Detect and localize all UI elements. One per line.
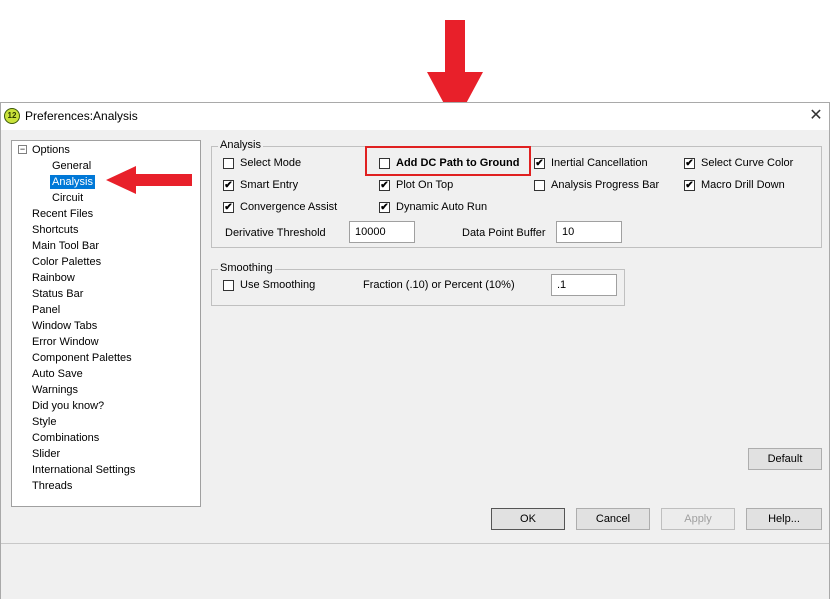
use-smoothing-checkbox[interactable] <box>223 280 234 291</box>
option-checkbox[interactable]: ✔ <box>684 158 695 169</box>
tree-item-general[interactable]: General <box>52 159 91 173</box>
derivative-threshold-label: Derivative Threshold <box>225 227 326 239</box>
close-icon[interactable]: ✕ <box>806 106 826 126</box>
tree-item[interactable]: International Settings <box>32 463 135 477</box>
tree-item[interactable]: Panel <box>32 303 60 317</box>
window-title: Preferences:Analysis <box>25 109 138 123</box>
option-label: Select Curve Color <box>701 157 794 169</box>
apply-button[interactable]: Apply <box>661 508 735 530</box>
status-bar <box>1 543 829 599</box>
analysis-group-label: Analysis <box>218 139 263 151</box>
tree-item[interactable]: Slider <box>32 447 60 461</box>
option-label: Plot On Top <box>396 179 454 191</box>
data-point-buffer-label: Data Point Buffer <box>462 227 546 239</box>
cancel-button[interactable]: Cancel <box>576 508 650 530</box>
option-checkbox[interactable]: ✔ <box>223 180 234 191</box>
option-checkbox[interactable]: ✔ <box>223 202 234 213</box>
tree-item[interactable]: Threads <box>32 479 72 493</box>
app-icon: 12 <box>4 108 20 124</box>
tree-item[interactable]: Status Bar <box>32 287 83 301</box>
tree-item[interactable]: Warnings <box>32 383 78 397</box>
tree-item[interactable]: Recent Files <box>32 207 93 221</box>
collapse-icon[interactable]: − <box>18 145 27 154</box>
default-button[interactable]: Default <box>748 448 822 470</box>
smoothing-group-label: Smoothing <box>218 262 275 274</box>
option-checkbox[interactable]: ✔ <box>379 202 390 213</box>
derivative-threshold-input[interactable]: 10000 <box>349 221 415 243</box>
tree-item[interactable]: Error Window <box>32 335 99 349</box>
tree-item[interactable]: Auto Save <box>32 367 83 381</box>
tree-item[interactable]: Color Palettes <box>32 255 101 269</box>
tree-item[interactable]: Combinations <box>32 431 99 445</box>
tree-item[interactable]: Component Palettes <box>32 351 132 365</box>
data-point-buffer-input[interactable]: 10 <box>556 221 622 243</box>
option-label: Dynamic Auto Run <box>396 201 488 213</box>
title-bar: 12 Preferences:Analysis ✕ <box>1 103 829 130</box>
option-label: Analysis Progress Bar <box>551 179 660 191</box>
tree-item[interactable]: Shortcuts <box>32 223 78 237</box>
option-label: Add DC Path to Ground <box>396 157 520 169</box>
tree-item[interactable]: Window Tabs <box>32 319 97 333</box>
ok-button[interactable]: OK <box>491 508 565 530</box>
tree-item[interactable]: Style <box>32 415 56 429</box>
tree-item-circuit[interactable]: Circuit <box>52 191 83 205</box>
tree-item-options[interactable]: Options <box>32 143 70 157</box>
tree-item-analysis[interactable]: Analysis <box>50 175 95 189</box>
option-label: Convergence Assist <box>240 201 338 213</box>
option-checkbox[interactable]: ✔ <box>379 180 390 191</box>
option-label: Macro Drill Down <box>701 179 785 191</box>
option-label: Select Mode <box>240 157 302 169</box>
fraction-label: Fraction (.10) or Percent (10%) <box>363 279 515 291</box>
option-checkbox[interactable]: ✔ <box>534 158 545 169</box>
fraction-input[interactable]: .1 <box>551 274 617 296</box>
option-checkbox[interactable] <box>534 180 545 191</box>
tree-item[interactable]: Main Tool Bar <box>32 239 99 253</box>
tree-item[interactable]: Did you know? <box>32 399 104 413</box>
use-smoothing-label: Use Smoothing <box>240 279 316 291</box>
annotation-left-arrow <box>106 166 192 194</box>
option-label: Inertial Cancellation <box>551 157 648 169</box>
option-checkbox[interactable] <box>223 158 234 169</box>
option-checkbox[interactable]: ✔ <box>684 180 695 191</box>
option-label: Smart Entry <box>240 179 299 191</box>
tree-item[interactable]: Rainbow <box>32 271 75 285</box>
help-button[interactable]: Help... <box>746 508 822 530</box>
option-checkbox[interactable] <box>379 158 390 169</box>
